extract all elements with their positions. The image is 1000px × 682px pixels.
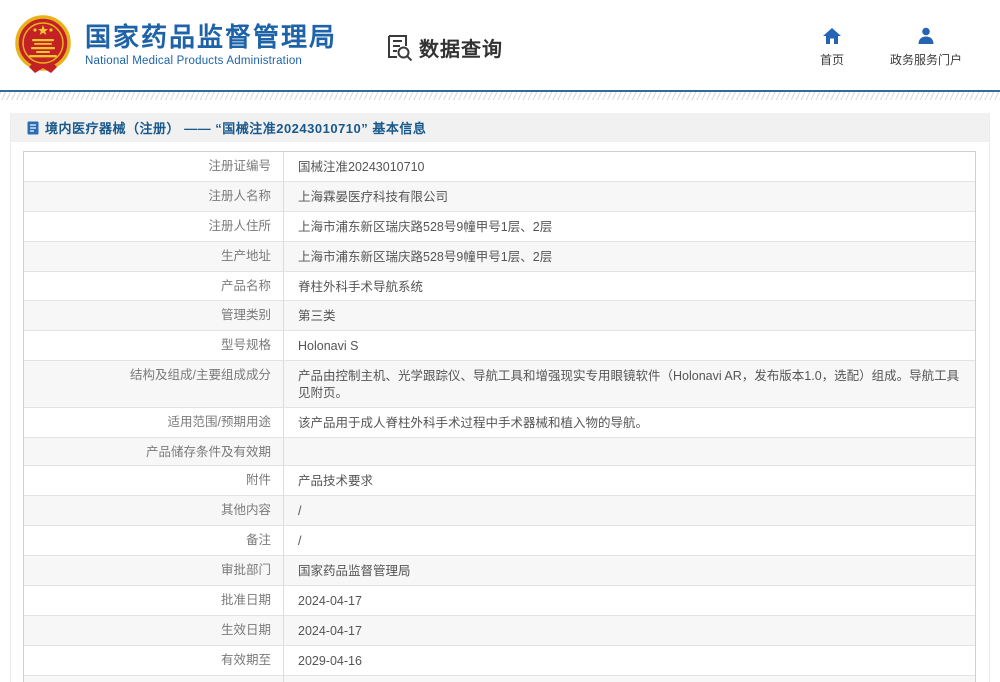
site-header: 国家药品监督管理局 National Medical Products Admi…	[0, 0, 1000, 90]
row-label: 生效日期	[24, 616, 284, 645]
row-value: 上海市浦东新区瑞庆路528号9幢甲号1层、2层	[284, 212, 975, 241]
row-value: 国家药品监督管理局	[284, 556, 975, 585]
table-row: 注册证编号国械注准20243010710	[24, 152, 975, 182]
row-label: 生产地址	[24, 242, 284, 271]
info-table: 注册证编号国械注准20243010710注册人名称上海霖晏医疗科技有限公司注册人…	[23, 151, 976, 682]
row-label: 注册证编号	[24, 152, 284, 181]
row-label: 备注	[24, 526, 284, 555]
row-value: 上海霖晏医疗科技有限公司	[284, 182, 975, 211]
row-label: 附件	[24, 466, 284, 495]
row-label: 审批部门	[24, 556, 284, 585]
document-icon	[27, 121, 39, 135]
table-row: 备注/	[24, 526, 975, 556]
nav-item-label: 首页	[820, 51, 844, 68]
table-row: 其他内容/	[24, 496, 975, 526]
header-hatch-band	[0, 92, 1000, 100]
row-label: 型号规格	[24, 331, 284, 360]
row-label: 其他内容	[24, 496, 284, 525]
table-row: 生产地址上海市浦东新区瑞庆路528号9幢甲号1层、2层	[24, 242, 975, 272]
table-row: 有效期至2029-04-16	[24, 646, 975, 676]
logo-subtitle: National Medical Products Administration	[85, 55, 337, 67]
row-label: 注册人名称	[24, 182, 284, 211]
logo-title: 国家药品监督管理局	[85, 23, 337, 53]
user-icon	[916, 26, 936, 46]
row-value: /	[284, 496, 975, 525]
row-label: 产品名称	[24, 272, 284, 301]
data-query-label: 数据查询	[419, 33, 503, 62]
table-row: 生效日期2024-04-17	[24, 616, 975, 646]
table-row: 产品储存条件及有效期	[24, 438, 975, 467]
breadcrumb: 境内医疗器械（注册） —— “国械注准20243010710” 基本信息	[11, 113, 989, 142]
row-label: 适用范围/预期用途	[24, 408, 284, 437]
nav-item-home[interactable]: 首页	[820, 26, 844, 68]
row-value: 国械注准20243010710	[284, 152, 975, 181]
logo-text: 国家药品监督管理局 National Medical Products Admi…	[85, 23, 337, 67]
row-value: 脊柱外科手术导航系统	[284, 272, 975, 301]
data-query-section[interactable]: 数据查询	[385, 33, 503, 62]
row-value: 产品技术要求	[284, 466, 975, 495]
table-row: 型号规格Holonavi S	[24, 331, 975, 361]
row-value: 产品由控制主机、光学跟踪仪、导航工具和增强现实专用眼镜软件（Holonavi A…	[284, 361, 975, 407]
row-value: Holonavi S	[284, 331, 975, 360]
row-value: /	[284, 526, 975, 555]
main-panel: 境内医疗器械（注册） —— “国械注准20243010710” 基本信息 注册证…	[10, 113, 990, 682]
row-value: 2024-04-17	[284, 616, 975, 645]
nav-item-portal[interactable]: 政务服务门户	[890, 26, 962, 68]
home-icon	[822, 26, 842, 46]
row-value	[284, 438, 975, 466]
row-value: 2029-04-16	[284, 646, 975, 675]
site-logo[interactable]: 国家药品监督管理局 National Medical Products Admi…	[15, 15, 337, 75]
row-label: 产品储存条件及有效期	[24, 438, 284, 466]
row-label: 批准日期	[24, 586, 284, 615]
table-row: 附件产品技术要求	[24, 466, 975, 496]
row-label: 注册人住所	[24, 212, 284, 241]
table-row: 产品名称脊柱外科手术导航系统	[24, 272, 975, 302]
table-row: 结构及组成/主要组成成分产品由控制主机、光学跟踪仪、导航工具和增强现实专用眼镜软…	[24, 361, 975, 408]
table-row: 批准日期2024-04-17	[24, 586, 975, 616]
row-value: 第三类	[284, 301, 975, 330]
row-label: 变更情况	[24, 676, 284, 682]
nav-item-label: 政务服务门户	[890, 51, 962, 68]
row-value: 上海市浦东新区瑞庆路528号9幢甲号1层、2层	[284, 242, 975, 271]
table-row: 注册人名称上海霖晏医疗科技有限公司	[24, 182, 975, 212]
header-nav: 首页 政务服务门户	[820, 26, 962, 68]
table-row: 注册人住所上海市浦东新区瑞庆路528号9幢甲号1层、2层	[24, 212, 975, 242]
document-search-icon	[385, 33, 413, 61]
row-value	[284, 676, 975, 682]
table-row: 管理类别第三类	[24, 301, 975, 331]
page-title: 境内医疗器械（注册） —— “国械注准20243010710” 基本信息	[45, 118, 426, 137]
row-label: 管理类别	[24, 301, 284, 330]
row-label: 有效期至	[24, 646, 284, 675]
table-row: 适用范围/预期用途该产品用于成人脊柱外科手术过程中手术器械和植入物的导航。	[24, 408, 975, 438]
china-national-emblem-icon	[15, 15, 71, 75]
row-value: 该产品用于成人脊柱外科手术过程中手术器械和植入物的导航。	[284, 408, 975, 437]
table-row: 审批部门国家药品监督管理局	[24, 556, 975, 586]
table-row: 变更情况	[24, 676, 975, 682]
row-label: 结构及组成/主要组成成分	[24, 361, 284, 407]
row-value: 2024-04-17	[284, 586, 975, 615]
